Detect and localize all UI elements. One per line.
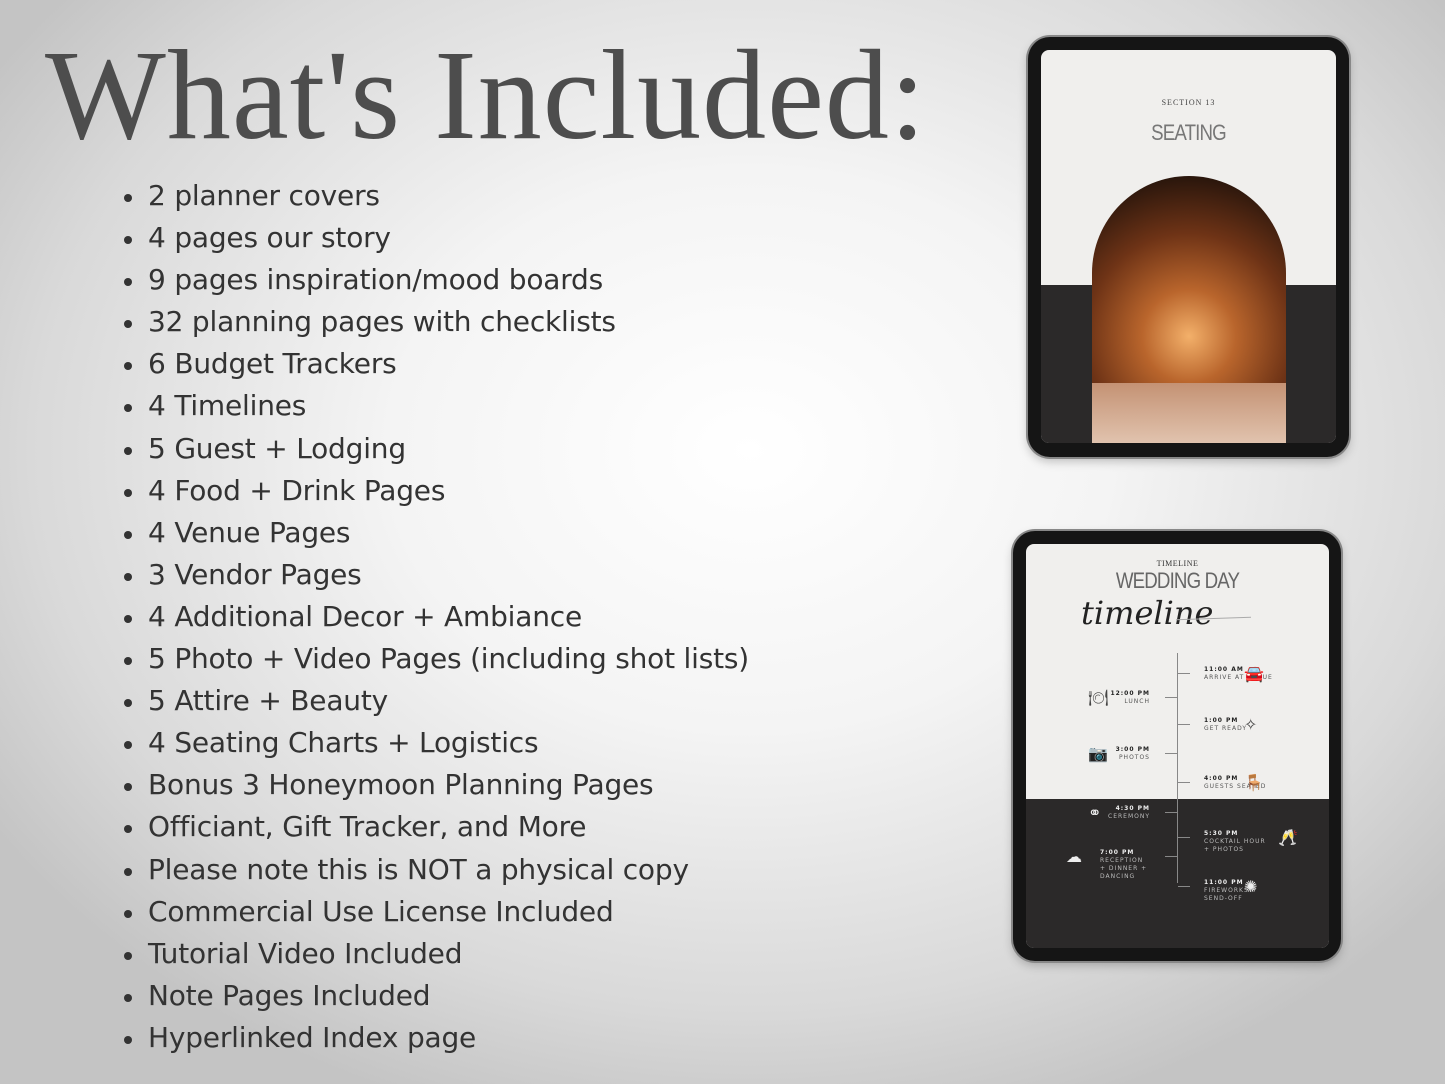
timeline-tick	[1165, 753, 1177, 754]
list-item: 2 planner covers	[124, 176, 749, 218]
timeline-tick	[1165, 812, 1177, 813]
timeline-tick	[1178, 886, 1190, 887]
event-time: 5:30 PM	[1204, 830, 1239, 837]
timeline-tick	[1178, 782, 1190, 783]
timeline-event: 11:00 PM FIREWORKS + SEND-OFF	[1204, 879, 1274, 903]
tablet-screen: TIMELINE WEDDING DAY timeline 11:00 AM AR…	[1026, 544, 1329, 948]
list-item: 32 planning pages with checklists	[124, 302, 749, 344]
timeline-event: 7:00 PM RECEPTION + DINNER + DANCING	[1100, 849, 1150, 881]
tablet-timeline-preview: TIMELINE WEDDING DAY timeline 11:00 AM AR…	[1013, 531, 1341, 961]
list-item: Commercial Use License Included	[124, 892, 749, 934]
list-item: 5 Attire + Beauty	[124, 681, 749, 723]
list-item: 4 Seating Charts + Logistics	[124, 723, 749, 765]
list-item: 9 pages inspiration/mood boards	[124, 260, 749, 302]
timeline-tick	[1178, 837, 1190, 838]
timeline-tick	[1178, 724, 1190, 725]
champagne-icon: 🥂	[1278, 830, 1298, 847]
included-list: 2 planner covers 4 pages our story 9 pages…	[124, 176, 749, 1060]
event-time: 7:00 PM	[1100, 849, 1135, 856]
chair-icon: 🪑	[1244, 775, 1264, 792]
section-heading: SEATING	[1151, 120, 1227, 145]
camera-icon: 📷	[1088, 746, 1108, 763]
event-text: GET READY	[1204, 725, 1248, 732]
timeline-event: 1:00 PM GET READY	[1204, 717, 1274, 733]
list-item: 4 Food + Drink Pages	[124, 471, 749, 513]
arch-photo	[1092, 176, 1286, 443]
event-text: RECEPTION + DINNER + DANCING	[1100, 857, 1148, 880]
tablet-screen: SECTION 13 SEATING	[1041, 50, 1336, 443]
section-label: SECTION 13	[1161, 98, 1216, 107]
timeline-script: timeline	[1081, 594, 1214, 632]
timeline-label: TIMELINE	[1156, 559, 1199, 568]
list-item: 6 Budget Trackers	[124, 344, 749, 386]
list-item: 5 Photo + Video Pages (including shot li…	[124, 639, 749, 681]
car-icon: 🚘	[1244, 666, 1264, 683]
list-item: Please note this is NOT a physical copy	[124, 850, 749, 892]
rings-icon: ⚭	[1088, 805, 1102, 822]
perfume-icon: ✧	[1244, 717, 1258, 734]
timeline-event: 5:30 PM COCKTAIL HOUR + PHOTOS	[1204, 830, 1274, 854]
event-text: PHOTOS	[1118, 754, 1150, 761]
list-item: 4 Venue Pages	[124, 513, 749, 555]
timeline-tick	[1178, 673, 1190, 674]
event-text: LUNCH	[1124, 698, 1150, 705]
fireworks-icon: ✺	[1244, 879, 1258, 896]
timeline-tick	[1165, 697, 1177, 698]
timeline-tick	[1165, 856, 1177, 857]
plate-icon: 🍽	[1088, 690, 1109, 707]
list-item: Note Pages Included	[124, 976, 749, 1018]
event-time: 1:00 PM	[1204, 717, 1239, 724]
event-text: COCKTAIL HOUR + PHOTOS	[1204, 838, 1266, 853]
list-item: Officiant, Gift Tracker, and More	[124, 807, 749, 849]
list-item: 3 Vendor Pages	[124, 555, 749, 597]
list-item: 4 Timelines	[124, 386, 749, 428]
list-item: Hyperlinked Index page	[124, 1018, 749, 1060]
list-item: Tutorial Video Included	[124, 934, 749, 976]
list-item: Bonus 3 Honeymoon Planning Pages	[124, 765, 749, 807]
list-item: 4 pages our story	[124, 218, 749, 260]
list-item: 5 Guest + Lodging	[124, 429, 749, 471]
list-item: 4 Additional Decor + Ambiance	[124, 597, 749, 639]
event-time: 11:00 PM	[1204, 879, 1244, 886]
timeline-axis	[1177, 653, 1178, 883]
tablet-seating-preview: SECTION 13 SEATING	[1028, 37, 1349, 457]
page-title: What's Included:	[45, 24, 927, 166]
event-text: CEREMONY	[1108, 813, 1150, 820]
timeline-heading: WEDDING DAY	[1115, 568, 1240, 593]
cloche-icon: ☁	[1066, 849, 1082, 866]
